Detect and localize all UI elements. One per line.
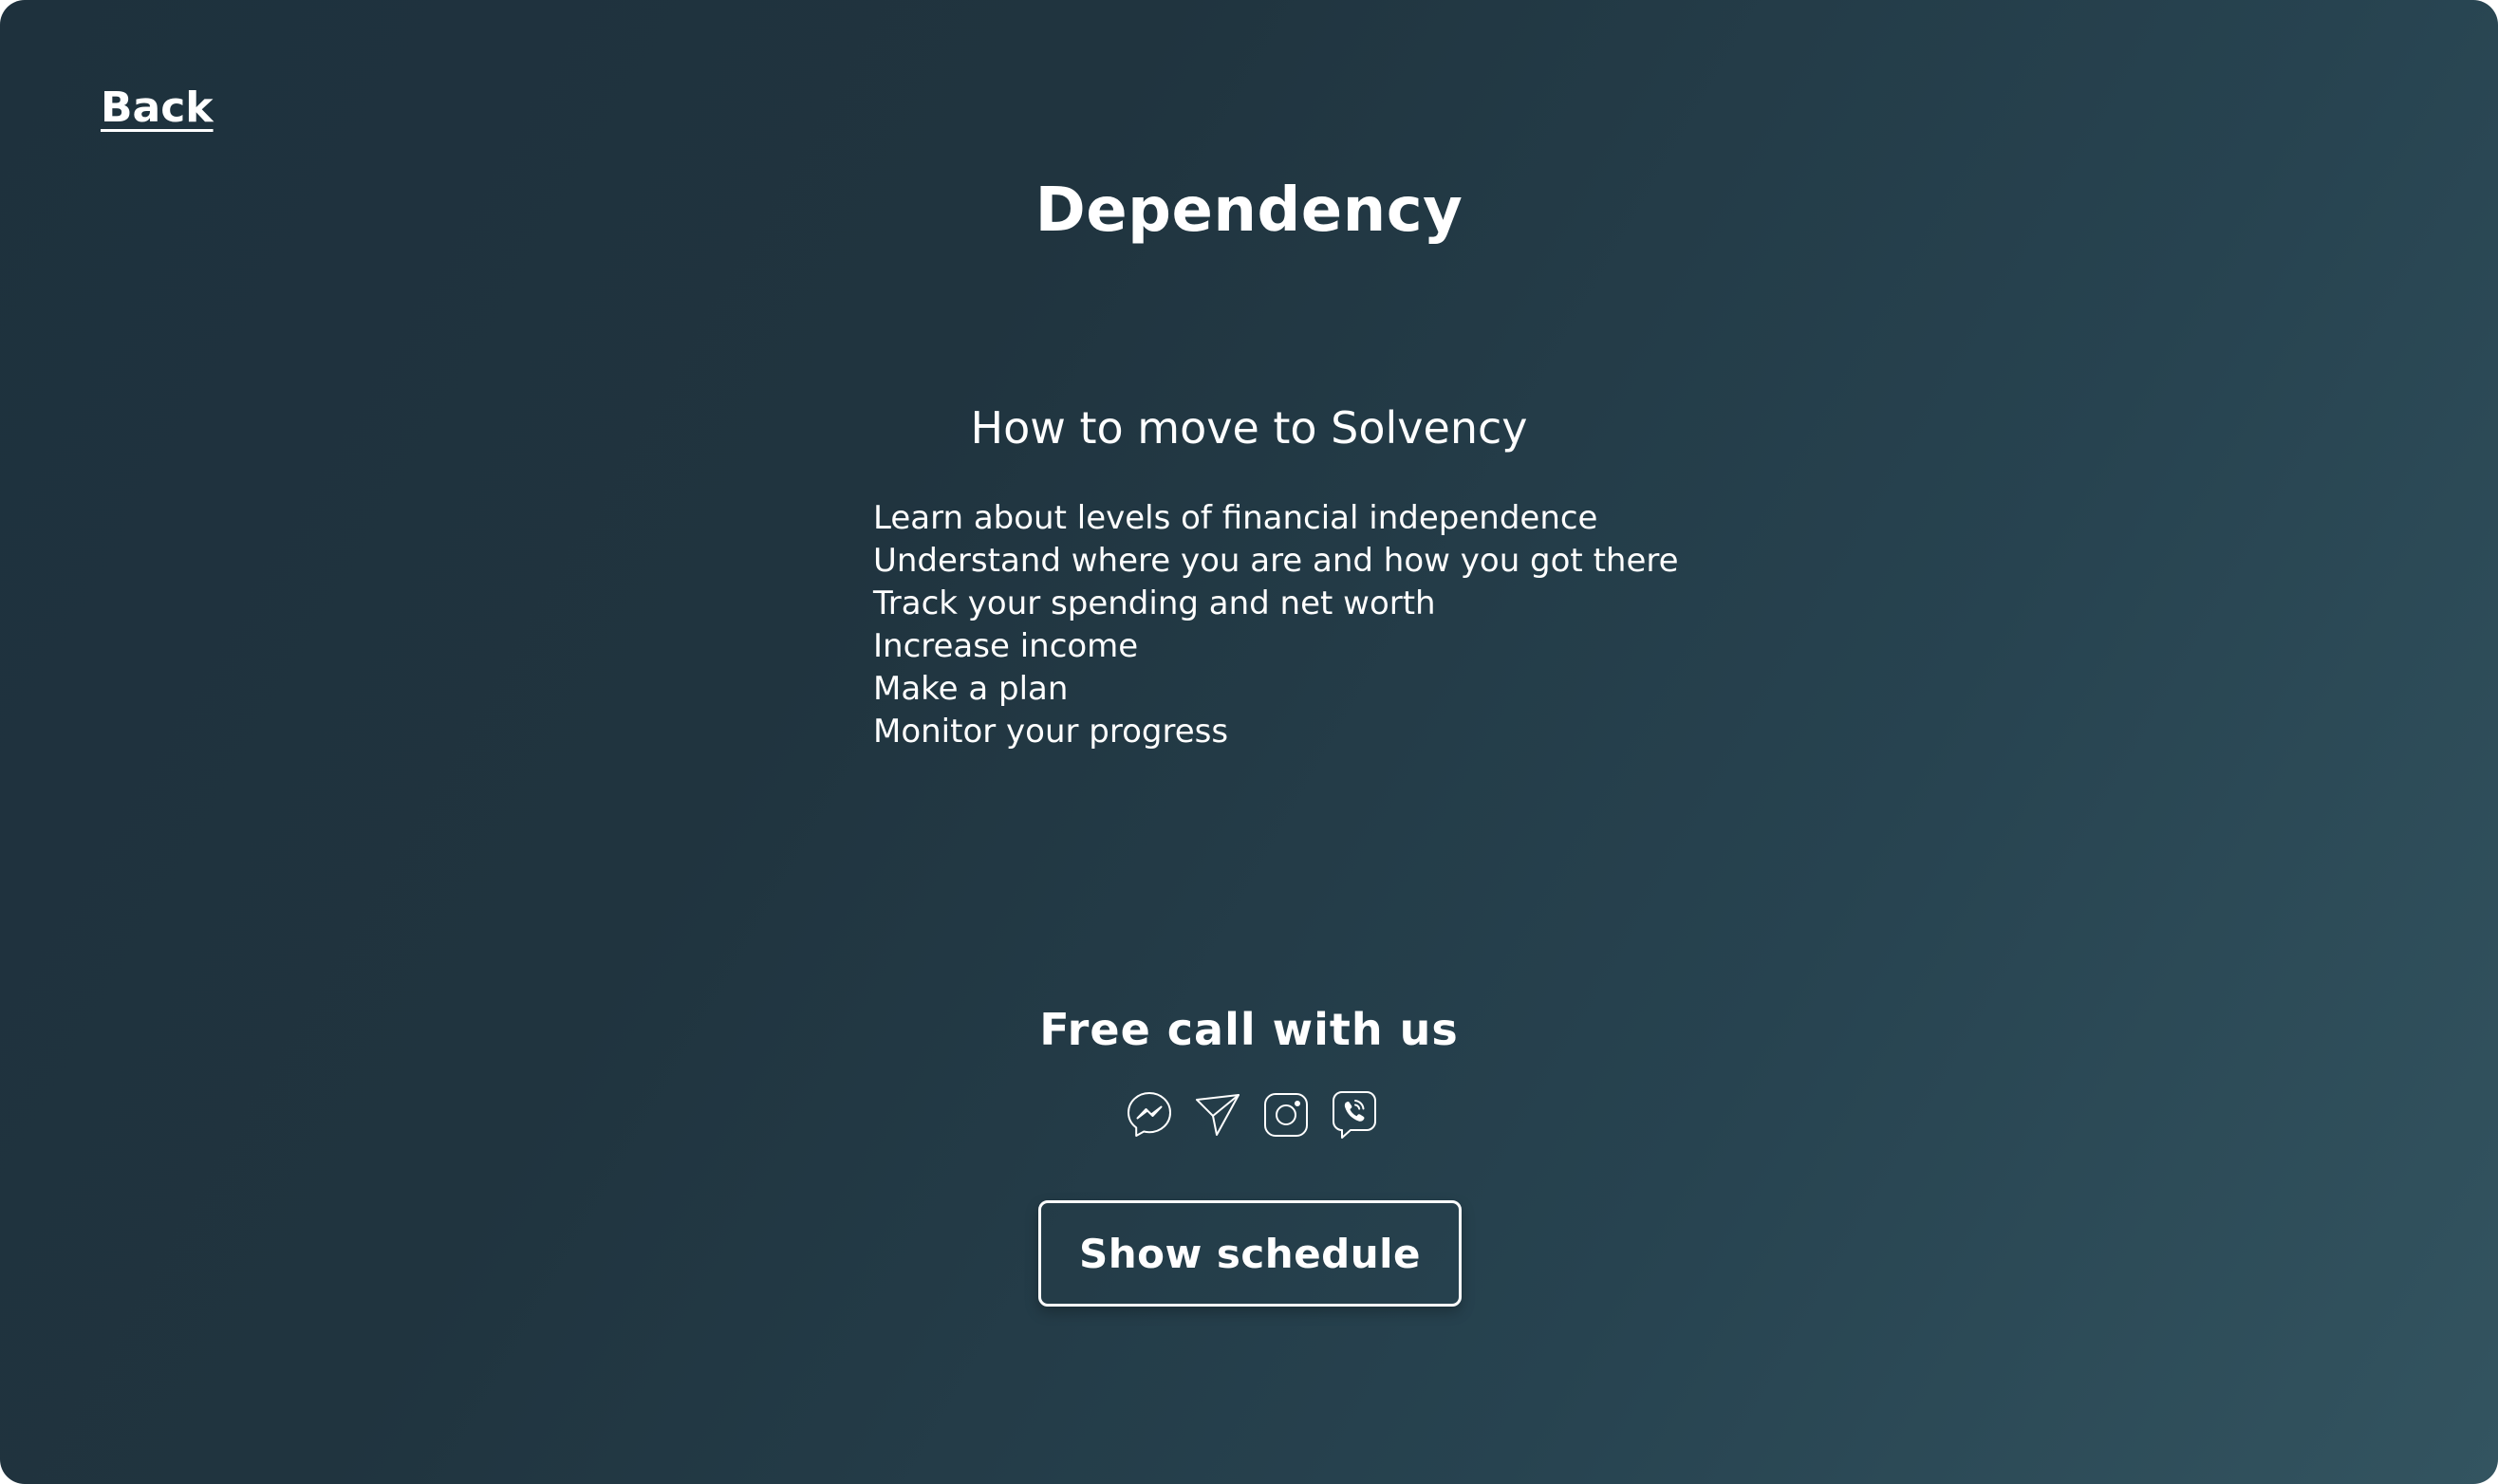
section-title: How to move to Solvency	[970, 402, 1528, 454]
call-title: Free call with us	[1039, 1004, 1459, 1055]
list-item: Learn about levels of financial independ…	[873, 499, 1598, 537]
list-item: Make a plan	[873, 670, 1069, 708]
list-item: Increase income	[873, 627, 1139, 665]
contact-icons	[1126, 1089, 1378, 1141]
telegram-icon[interactable]	[1194, 1089, 1241, 1141]
page-title: Dependency	[1035, 176, 1463, 246]
viber-icon[interactable]	[1331, 1089, 1378, 1141]
instagram-icon[interactable]	[1262, 1089, 1310, 1141]
list-item: Track your spending and net worth	[873, 584, 1436, 622]
show-schedule-button[interactable]: Show schedule	[1038, 1200, 1462, 1307]
messenger-icon[interactable]	[1126, 1089, 1173, 1141]
screen: Back Dependency How to move to Solvency …	[0, 0, 2498, 1484]
back-link[interactable]: Back	[101, 83, 214, 134]
steps-list: Learn about levels of financial independ…	[873, 497, 1679, 753]
list-item: Understand where you are and how you got…	[873, 542, 1679, 580]
list-item: Monitor your progress	[873, 713, 1229, 751]
